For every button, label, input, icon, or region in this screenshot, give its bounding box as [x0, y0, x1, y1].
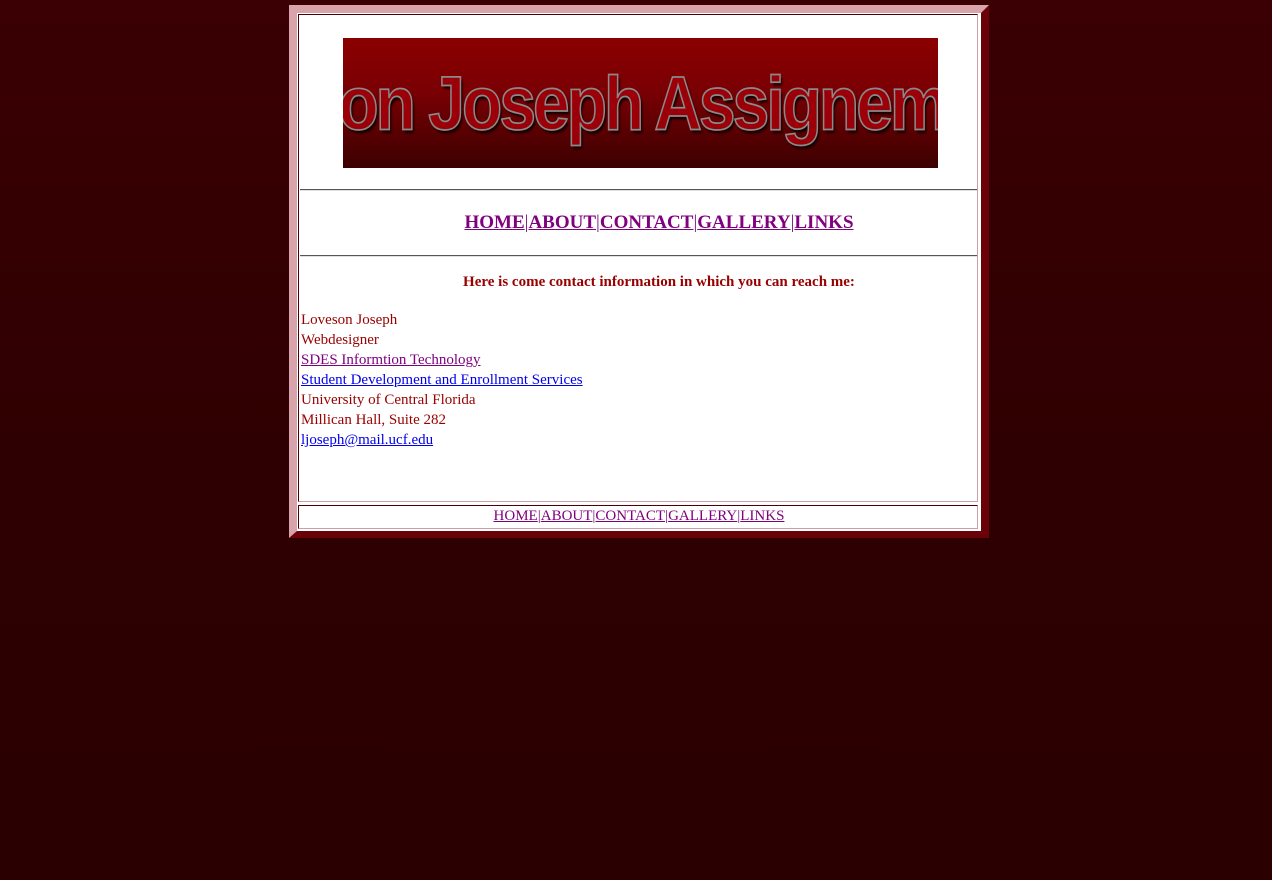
footer-cell: HOME|ABOUT|CONTACT|GALLERY|LINKS	[298, 505, 978, 529]
nav-gallery-link[interactable]: GALLERY	[697, 212, 790, 233]
contact-university: University of Central Florida	[301, 392, 476, 408]
page-frame: Loveson Joseph Assignement #5 HOME|ABOUT…	[289, 5, 989, 538]
top-navigation: HOME|ABOUT|CONTACT|GALLERY|LINKS	[299, 212, 1019, 234]
banner-image: Loveson Joseph Assignement #5	[343, 38, 938, 168]
footer-gallery-link[interactable]: GALLERY	[668, 508, 737, 524]
nav-about-link[interactable]: ABOUT	[528, 212, 596, 233]
nav-links-link[interactable]: LINKS	[794, 212, 853, 233]
contact-name: Loveson Joseph	[301, 312, 398, 328]
nav-home-link[interactable]: HOME	[464, 212, 524, 233]
footer-links-link[interactable]: LINKS	[740, 508, 784, 524]
footer-navigation: HOME|ABOUT|CONTACT|GALLERY|LINKS	[299, 508, 979, 525]
contact-info-block: Loveson Joseph Webdesigner SDES Informti…	[301, 310, 583, 450]
main-content-cell: Loveson Joseph Assignement #5 HOME|ABOUT…	[298, 14, 978, 502]
divider-bottom	[300, 255, 977, 257]
footer-home-link[interactable]: HOME	[494, 508, 538, 524]
footer-contact-link[interactable]: CONTACT	[595, 508, 665, 524]
nav-contact-link[interactable]: CONTACT	[600, 212, 694, 233]
email-link[interactable]: ljoseph@mail.ucf.edu	[301, 432, 433, 448]
contact-address: Millican Hall, Suite 282	[301, 412, 446, 428]
footer-about-link[interactable]: ABOUT	[541, 508, 593, 524]
sdes-it-link[interactable]: SDES Informtion Technology	[301, 352, 481, 368]
sdes-dept-link[interactable]: Student Development and Enrollment Servi…	[301, 372, 583, 388]
contact-role: Webdesigner	[301, 332, 379, 348]
banner-title: Loveson Joseph Assignement #5	[343, 60, 938, 147]
contact-intro-heading: Here is come contact information in whic…	[463, 274, 855, 290]
divider-top	[300, 189, 977, 191]
